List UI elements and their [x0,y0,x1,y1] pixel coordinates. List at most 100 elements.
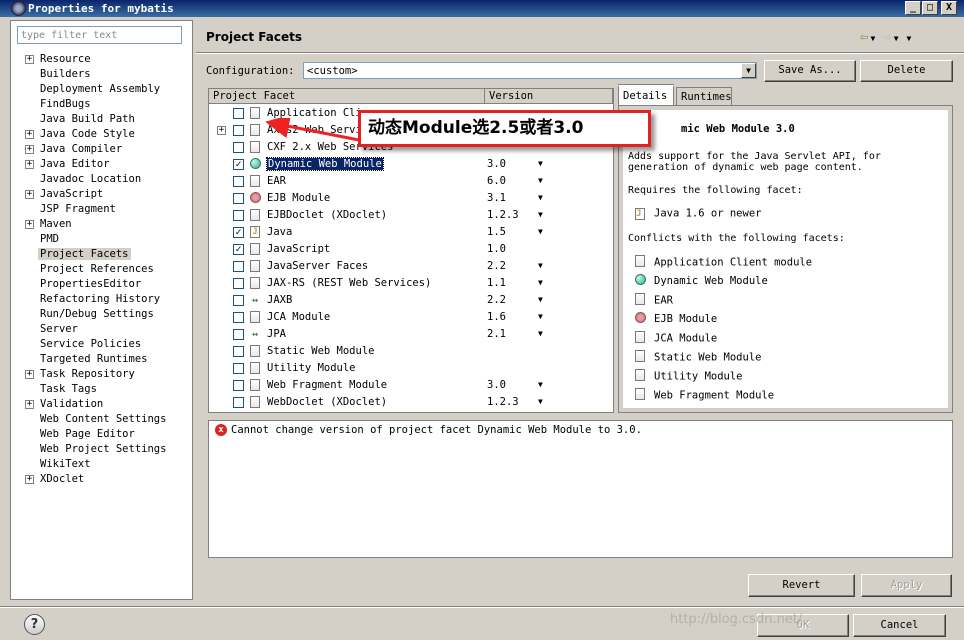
facet-version[interactable]: 2.2 [487,260,506,272]
facet-version[interactable]: 3.1 [487,192,506,204]
facet-version[interactable]: 1.5 [487,226,506,238]
sidebar-item[interactable]: Task Tags [11,382,191,397]
configuration-select[interactable]: <custom> ▼ [303,62,757,79]
facet-version[interactable]: 2.2 [487,294,506,306]
sidebar-item[interactable]: + JavaScript [11,187,191,202]
sidebar-item[interactable]: PMD [11,232,191,247]
facet-row[interactable]: JavaServer Faces 2.2 ▼ [209,258,613,275]
facet-row[interactable]: ✓ JavaScript 1.0 [209,241,613,258]
cancel-button[interactable]: Cancel [853,614,946,637]
delete-button[interactable]: Delete [860,60,953,82]
facet-row[interactable]: ✓ J Java 1.5 ▼ [209,224,613,241]
sidebar-item[interactable]: PropertiesEditor [11,277,191,292]
chevron-down-icon[interactable]: ▼ [538,329,543,338]
sidebar-item[interactable]: Javadoc Location [11,172,191,187]
facet-version[interactable]: 2.1 [487,328,506,340]
back-arrow-icon[interactable]: ⇦ [860,29,868,45]
sidebar-item[interactable]: + Resource [11,52,191,67]
facet-row[interactable]: WebDoclet (XDoclet) 1.2.3 ▼ [209,394,613,411]
facet-checkbox[interactable] [233,346,244,357]
sidebar-item[interactable]: + Java Code Style [11,127,191,142]
facet-version[interactable]: 3.0 [487,158,506,170]
facet-checkbox[interactable] [233,312,244,323]
facet-checkbox[interactable] [233,125,244,136]
sidebar-item[interactable]: Web Project Settings [11,442,191,457]
facet-checkbox[interactable] [233,278,244,289]
expand-icon[interactable]: + [25,130,34,139]
filter-input[interactable] [17,26,182,44]
facet-checkbox[interactable] [233,193,244,204]
facet-version[interactable]: 1.2.3 [487,209,519,221]
expand-icon[interactable]: + [25,55,34,64]
sidebar-item[interactable]: Server [11,322,191,337]
sidebar-item[interactable]: Service Policies [11,337,191,352]
sidebar-item[interactable]: Targeted Runtimes [11,352,191,367]
facet-version[interactable]: 1.6 [487,311,506,323]
facet-checkbox[interactable] [233,397,244,408]
view-menu-icon[interactable]: ▼ [907,34,912,43]
facet-checkbox[interactable]: ✓ [233,227,244,238]
sidebar-item[interactable]: Refactoring History [11,292,191,307]
column-header-facet[interactable]: Project Facet [209,89,485,104]
minimize-button[interactable]: _ [905,1,921,15]
sidebar-item[interactable]: + XDoclet [11,472,191,487]
apply-button[interactable]: Apply [861,574,952,597]
expand-icon[interactable]: + [25,190,34,199]
chevron-down-icon[interactable]: ▼ [538,261,543,270]
facet-row[interactable]: JCA Module 1.6 ▼ [209,309,613,326]
chevron-down-icon[interactable]: ▼ [538,159,543,168]
facet-checkbox[interactable]: ✓ [233,244,244,255]
facet-checkbox[interactable] [233,295,244,306]
close-button[interactable]: X [941,1,957,15]
expand-icon[interactable]: + [25,145,34,154]
column-header-version[interactable]: Version [485,89,613,104]
expand-icon[interactable]: + [25,475,34,484]
sidebar-item[interactable]: + Validation [11,397,191,412]
facet-checkbox[interactable]: ✓ [233,159,244,170]
facet-checkbox[interactable] [233,108,244,119]
facet-version[interactable]: 1.2.3 [487,396,519,408]
sidebar-item[interactable]: + Java Editor [11,157,191,172]
title-bar[interactable]: Properties for mybatis _ □ X [0,0,964,17]
chevron-down-icon[interactable]: ▼ [538,227,543,236]
facet-checkbox[interactable] [233,142,244,153]
chevron-down-icon[interactable]: ▼ [741,63,756,78]
sidebar-item[interactable]: WikiText [11,457,191,472]
facet-version[interactable]: 6.0 [487,175,506,187]
sidebar-item[interactable]: + Maven [11,217,191,232]
forward-arrow-icon[interactable]: ⇨ [883,29,891,45]
chevron-down-icon[interactable]: ▼ [538,312,543,321]
back-menu-icon[interactable]: ▼ [870,34,875,43]
facet-row[interactable]: Web Fragment Module 3.0 ▼ [209,377,613,394]
facet-row[interactable]: ↔ JAXB 2.2 ▼ [209,292,613,309]
facet-version[interactable]: 1.0 [487,243,506,255]
sidebar-item[interactable]: Builders [11,67,191,82]
expand-icon[interactable]: + [25,220,34,229]
preference-tree[interactable]: + Resource Builders Deployment Assembly Find… [10,20,193,600]
sidebar-item[interactable]: FindBugs [11,97,191,112]
sidebar-item[interactable]: + Task Repository [11,367,191,382]
facet-row[interactable]: EJB Module 3.1 ▼ [209,190,613,207]
facet-row[interactable]: ↔ JPA 2.1 ▼ [209,326,613,343]
facet-row[interactable]: EJBDoclet (XDoclet) 1.2.3 ▼ [209,207,613,224]
facet-checkbox[interactable] [233,363,244,374]
sidebar-item[interactable]: Deployment Assembly [11,82,191,97]
facet-checkbox[interactable] [233,329,244,340]
maximize-button[interactable]: □ [922,1,938,15]
sidebar-item[interactable]: Project References [11,262,191,277]
facet-checkbox[interactable] [233,210,244,221]
chevron-down-icon[interactable]: ▼ [538,278,543,287]
sidebar-item[interactable]: Web Page Editor [11,427,191,442]
expand-icon[interactable]: + [25,370,34,379]
facet-row[interactable]: EAR 6.0 ▼ [209,173,613,190]
chevron-down-icon[interactable]: ▼ [538,176,543,185]
chevron-down-icon[interactable]: ▼ [538,193,543,202]
facet-checkbox[interactable] [233,261,244,272]
chevron-down-icon[interactable]: ▼ [538,210,543,219]
save-as-button[interactable]: Save As... [764,60,856,82]
facet-row[interactable]: JAX-RS (REST Web Services) 1.1 ▼ [209,275,613,292]
facet-checkbox[interactable] [233,380,244,391]
sidebar-item[interactable]: Run/Debug Settings [11,307,191,322]
help-icon[interactable]: ? [24,614,45,635]
sidebar-item[interactable]: Java Build Path [11,112,191,127]
